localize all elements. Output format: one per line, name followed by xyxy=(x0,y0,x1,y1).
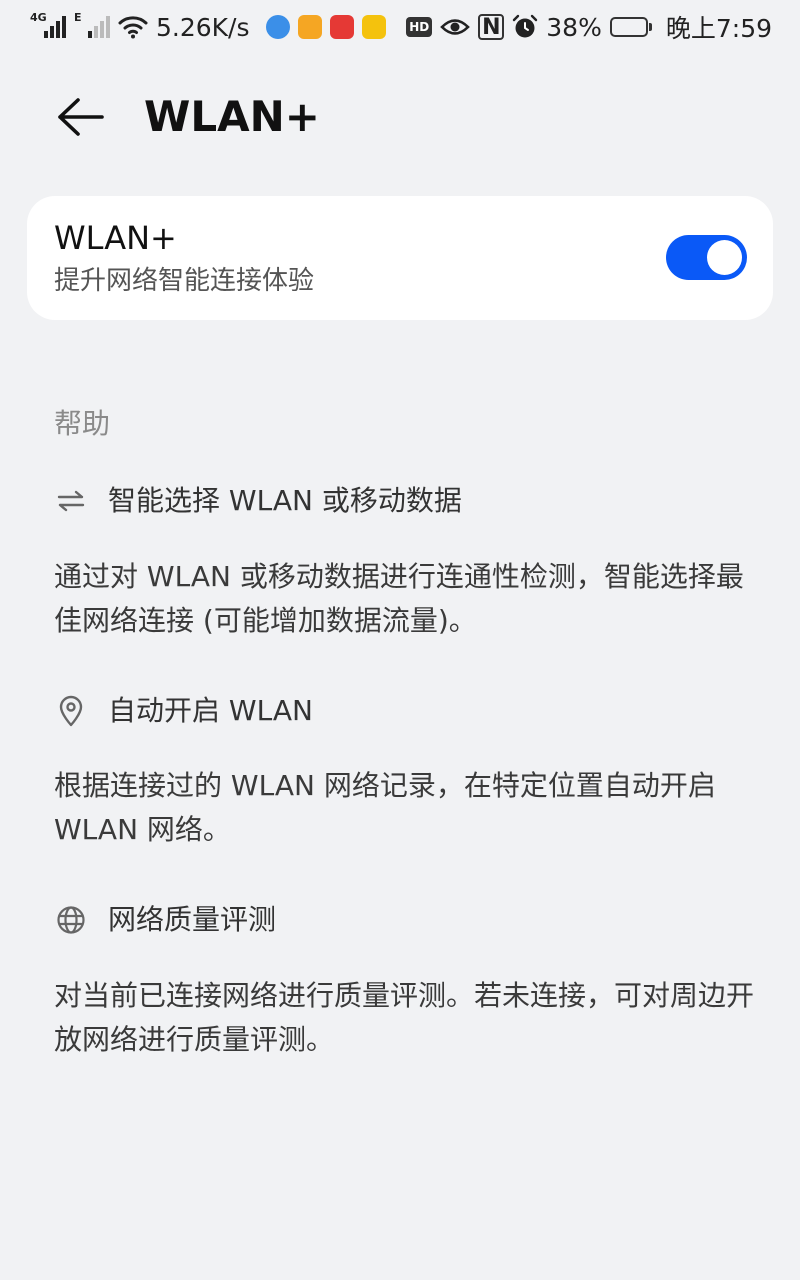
help-item-label: 智能选择 WLAN 或移动数据 xyxy=(108,484,462,517)
help-item-label: 自动开启 WLAN xyxy=(108,694,313,727)
sim1-signal-icon: 4G xyxy=(30,12,66,40)
help-item-description: 通过对 WLAN 或移动数据进行连通性检测，智能选择最佳网络连接 (可能增加数据… xyxy=(54,560,744,637)
page-title: WLAN+ xyxy=(144,92,320,141)
status-bar: 4G E 5.26K/s HD N 38% 晚上7:59 xyxy=(0,0,800,54)
nfc-icon: N xyxy=(478,14,505,40)
alarm-icon xyxy=(512,14,538,40)
sim2-signal-icon: E xyxy=(74,11,110,40)
network-speed: 5.26K/s xyxy=(156,12,250,42)
wifi-icon xyxy=(118,14,148,40)
location-pin-icon xyxy=(54,694,88,728)
help-item-description: 根据连接过的 WLAN 网络记录，在特定位置自动开启 WLAN 网络。 xyxy=(54,769,716,846)
hd-icon: HD xyxy=(406,17,433,37)
app-notification-icon xyxy=(329,15,354,39)
battery-percent: 38% xyxy=(546,12,602,42)
nfc-label: N xyxy=(482,14,501,40)
app-notification-icon xyxy=(265,15,290,39)
arrow-left-icon xyxy=(58,98,104,136)
sim2-network-type: E xyxy=(74,11,82,24)
status-bar-right: HD N 38% 晚上7:59 xyxy=(406,9,772,45)
help-item-description: 对当前已连接网络进行质量评测。若未连接，可对周边开放网络进行质量评测。 xyxy=(54,979,755,1056)
page-header: WLAN+ xyxy=(0,80,800,154)
wlan-plus-toggle[interactable] xyxy=(666,235,747,280)
battery-icon xyxy=(609,17,652,37)
help-section-title: 帮助 xyxy=(54,407,111,440)
help-item-network-quality: 网络质量评测 xyxy=(54,900,276,940)
swap-arrows-icon xyxy=(54,484,88,518)
app-notification-icon xyxy=(361,15,386,39)
eye-icon xyxy=(440,14,471,40)
help-item-label: 网络质量评测 xyxy=(108,903,277,936)
status-bar-left: 4G E 5.26K/s xyxy=(30,11,386,42)
toggle-knob xyxy=(707,240,742,275)
wlan-plus-title: WLAN+ xyxy=(54,219,177,257)
wlan-plus-subtitle: 提升网络智能连接体验 xyxy=(54,266,315,296)
help-item-auto-wlan: 自动开启 WLAN xyxy=(54,691,313,731)
back-button[interactable] xyxy=(50,90,110,144)
clock: 晚上7:59 xyxy=(665,14,772,43)
app-notification-icon xyxy=(297,15,322,39)
wlan-plus-card[interactable]: WLAN+ 提升网络智能连接体验 xyxy=(27,196,773,320)
help-item-smart-select: 智能选择 WLAN 或移动数据 xyxy=(54,481,462,521)
globe-icon xyxy=(54,903,88,937)
